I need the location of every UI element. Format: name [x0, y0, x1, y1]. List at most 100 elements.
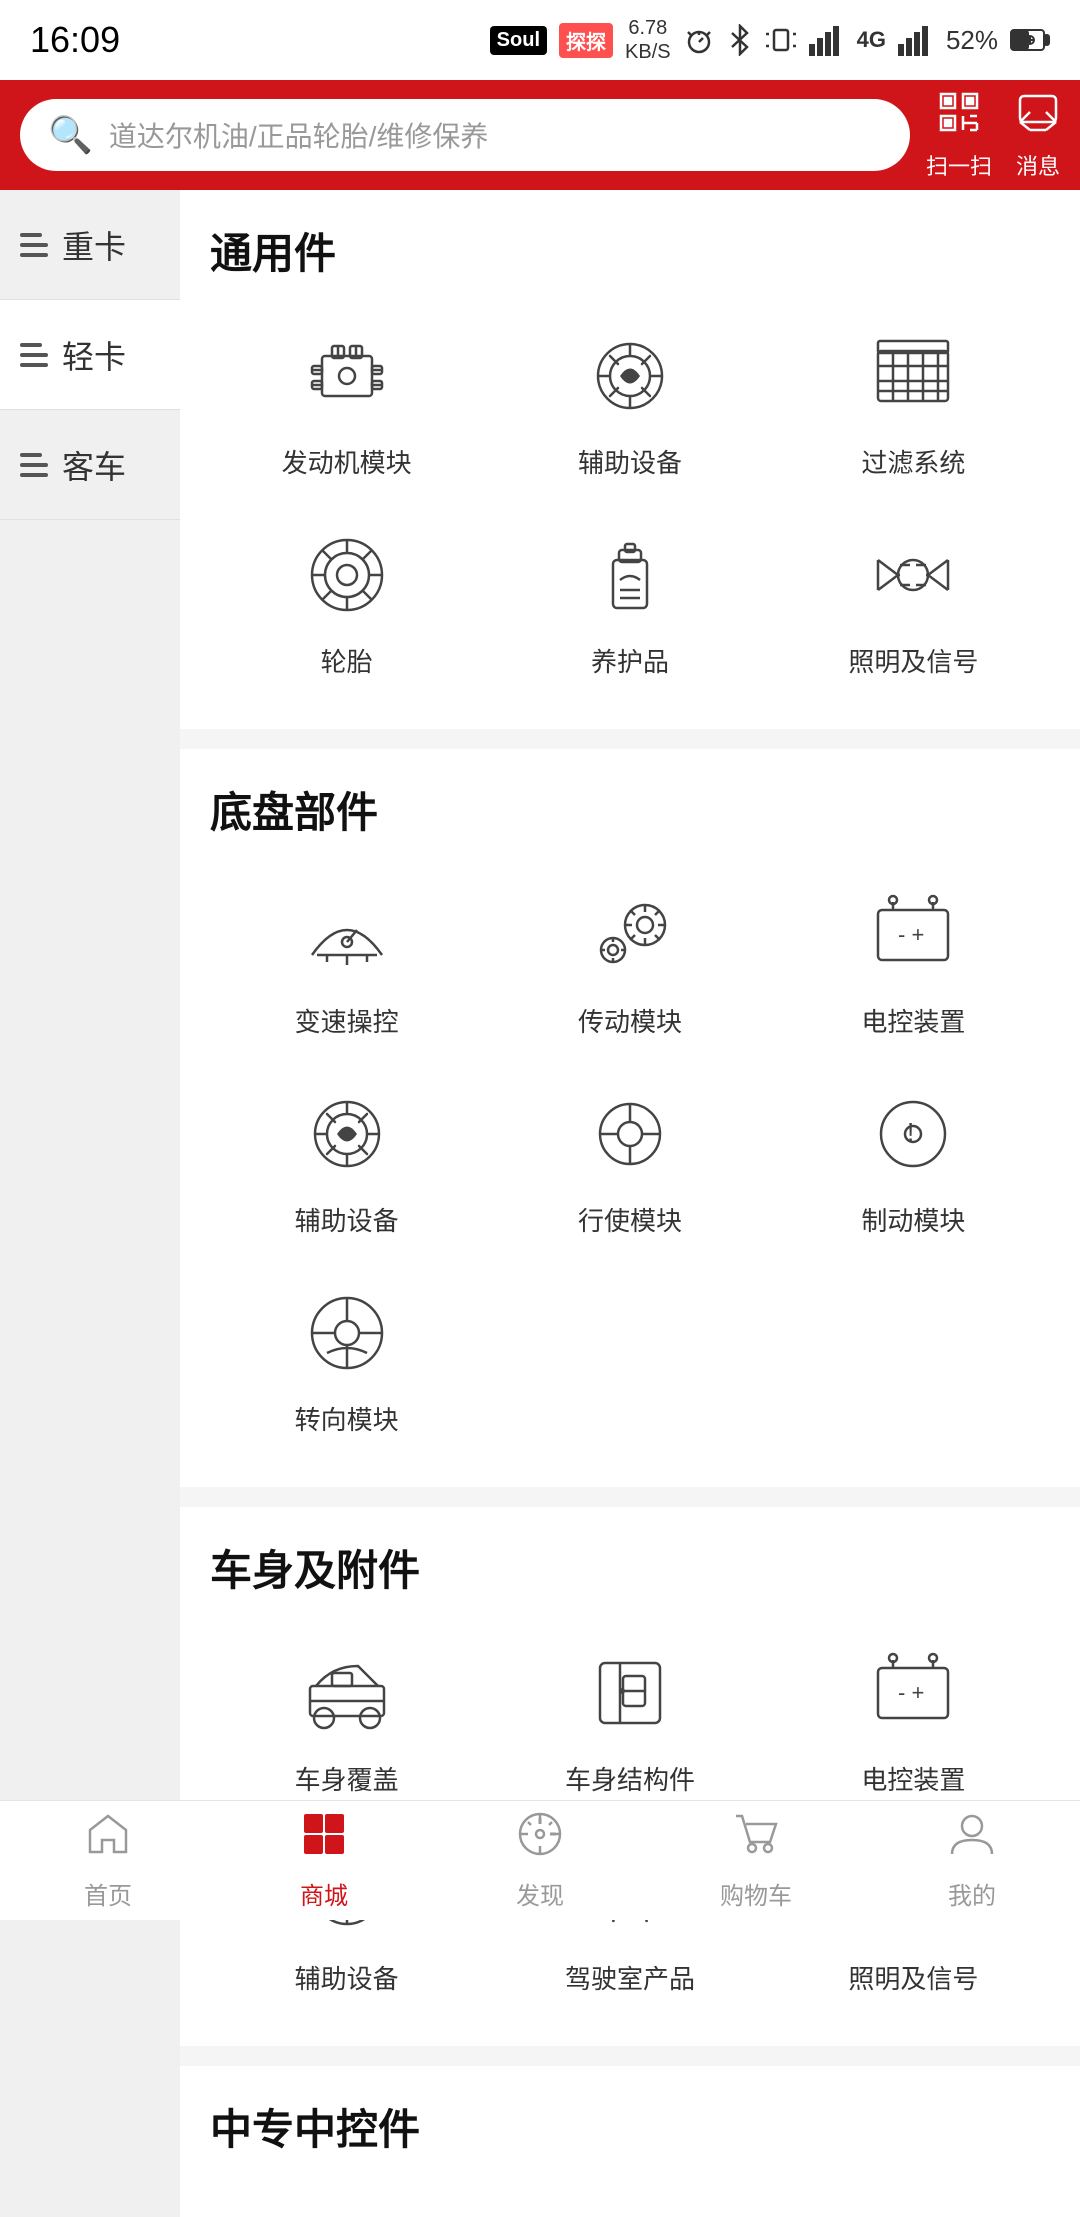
item-engine-module[interactable]: 发动机模块	[210, 311, 483, 490]
search-placeholder: 道达尔机油/正品轮胎/维修保养	[109, 115, 489, 155]
battery-percent: 52%	[946, 25, 998, 56]
sidebar-label-bus: 客车	[62, 442, 126, 488]
network-4g: 4G	[857, 27, 886, 53]
body-structure-label: 车身结构件	[565, 1760, 695, 1797]
steering-module-icon	[292, 1278, 402, 1388]
bluetooth-icon	[727, 24, 753, 56]
drive-module-label: 传动模块	[578, 1002, 682, 1039]
filter-system-label: 过滤系统	[861, 443, 965, 480]
mine-icon	[948, 1810, 996, 1870]
menu-lines-icon-2	[20, 343, 48, 367]
item-body-cover[interactable]: 车身覆盖	[210, 1628, 483, 1807]
item-filter-system[interactable]: 过滤系统	[777, 311, 1050, 490]
tires-label: 轮胎	[321, 642, 373, 679]
item-care-products[interactable]: 养护品	[493, 510, 766, 689]
item-drive-module2[interactable]: 行使模块	[493, 1069, 766, 1248]
drive-module2-label: 行使模块	[578, 1201, 682, 1238]
item-body-structure[interactable]: 车身结构件	[493, 1628, 766, 1807]
care-products-icon	[575, 520, 685, 630]
engine-module-icon	[292, 321, 402, 431]
search-icon: 🔍	[48, 114, 93, 156]
svg-text:- +: - +	[898, 1680, 924, 1705]
general-parts-grid: 发动机模块	[210, 311, 1050, 689]
sidebar-label-light-truck: 轻卡	[62, 332, 126, 378]
lighting2-label: 照明及信号	[848, 1959, 978, 1996]
message-button[interactable]: 消息	[1016, 90, 1060, 181]
menu-lines-icon-3	[20, 453, 48, 477]
cab-products-label: 驾驶室产品	[565, 1959, 695, 1996]
auxiliary-equip3-label: 辅助设备	[295, 1959, 399, 1996]
network-speed: 6.78KB/S	[625, 16, 671, 64]
signal2-icon	[898, 24, 934, 56]
search-bar[interactable]: 🔍 道达尔机油/正品轮胎/维修保养	[20, 99, 910, 171]
item-auxiliary-equip2[interactable]: 辅助设备	[210, 1069, 483, 1248]
auxiliary-equip2-label: 辅助设备	[295, 1201, 399, 1238]
status-bar: 16:09 Soul 探探 6.78KB/S	[0, 0, 1080, 80]
care-products-label: 养护品	[591, 642, 669, 679]
body-cover-label: 车身覆盖	[295, 1760, 399, 1797]
chassis-parts-grid: 变速操控	[210, 870, 1050, 1447]
soul-app-icon: Soul	[490, 26, 547, 55]
sidebar-item-light-truck[interactable]: 轻卡	[0, 300, 180, 410]
battery-icon	[1010, 26, 1050, 54]
item-steering-module[interactable]: 转向模块	[210, 1268, 483, 1447]
status-time: 16:09	[30, 19, 120, 61]
auxiliary-equipment-label: 辅助设备	[578, 443, 682, 480]
auxiliary-equipment-icon	[575, 321, 685, 431]
section-divider-3	[180, 2046, 1080, 2066]
message-label: 消息	[1016, 149, 1060, 181]
body-structure-icon	[575, 1638, 685, 1748]
nav-label-home: 首页	[84, 1876, 132, 1911]
menu-lines-icon	[20, 233, 48, 257]
section-title-electric: 中专中控件	[210, 2096, 1050, 2157]
shop-icon	[300, 1810, 348, 1870]
electric-ctrl2-icon: - +	[858, 1638, 968, 1748]
item-electric-control[interactable]: - + 电控装置	[777, 870, 1050, 1049]
vibration-icon	[765, 24, 797, 56]
nav-item-discover[interactable]: 发现	[432, 1810, 648, 1911]
section-body-parts: 车身及附件 车身覆盖	[210, 1537, 1050, 2006]
bottom-nav: 首页 商城	[0, 1800, 1080, 1920]
steering-module-label: 转向模块	[295, 1400, 399, 1437]
home-icon	[84, 1810, 132, 1870]
sidebar-item-heavy-truck[interactable]: 重卡	[0, 190, 180, 300]
electric-control-label: 电控装置	[861, 1002, 965, 1039]
drive-module-icon	[575, 880, 685, 990]
item-electric-ctrl2[interactable]: - + 电控装置	[777, 1628, 1050, 1807]
tantan-app-icon: 探探	[559, 23, 613, 58]
header-actions: 扫一扫 消息	[926, 90, 1060, 181]
section-electric-parts: 中专中控件	[210, 2096, 1050, 2157]
section-divider-1	[180, 729, 1080, 749]
tires-icon	[292, 520, 402, 630]
sidebar-item-bus[interactable]: 客车	[0, 410, 180, 520]
section-title-general: 通用件	[210, 220, 1050, 281]
item-lighting[interactable]: 照明及信号	[777, 510, 1050, 689]
nav-item-cart[interactable]: 购物车	[648, 1810, 864, 1911]
electric-ctrl2-label: 电控装置	[861, 1760, 965, 1797]
auxiliary-equip2-icon	[292, 1079, 402, 1189]
item-drive-module[interactable]: 传动模块	[493, 870, 766, 1049]
nav-item-mine[interactable]: 我的	[864, 1810, 1080, 1911]
nav-label-cart: 购物车	[720, 1876, 792, 1911]
section-title-body: 车身及附件	[210, 1537, 1050, 1598]
item-transmission-control[interactable]: 变速操控	[210, 870, 483, 1049]
section-general-parts: 通用件	[210, 220, 1050, 689]
sidebar-label-heavy-truck: 重卡	[62, 222, 126, 268]
nav-item-home[interactable]: 首页	[0, 1810, 216, 1911]
filter-system-icon	[858, 321, 968, 431]
item-tires[interactable]: 轮胎	[210, 510, 483, 689]
item-brake-module[interactable]: ! 制动模块	[777, 1069, 1050, 1248]
alarm-icon	[683, 24, 715, 56]
transmission-control-label: 变速操控	[295, 1002, 399, 1039]
nav-label-discover: 发现	[516, 1876, 564, 1911]
section-title-chassis: 底盘部件	[210, 779, 1050, 840]
body-cover-icon	[292, 1638, 402, 1748]
nav-item-shop[interactable]: 商城	[216, 1810, 432, 1911]
header: 🔍 道达尔机油/正品轮胎/维修保养 扫一扫	[0, 80, 1080, 190]
scan-label: 扫一扫	[926, 149, 992, 181]
section-chassis-parts: 底盘部件 变速操控	[210, 779, 1050, 1447]
nav-label-mine: 我的	[948, 1876, 996, 1911]
scan-button[interactable]: 扫一扫	[926, 90, 992, 181]
item-auxiliary-equipment[interactable]: 辅助设备	[493, 311, 766, 490]
lighting-label: 照明及信号	[848, 642, 978, 679]
